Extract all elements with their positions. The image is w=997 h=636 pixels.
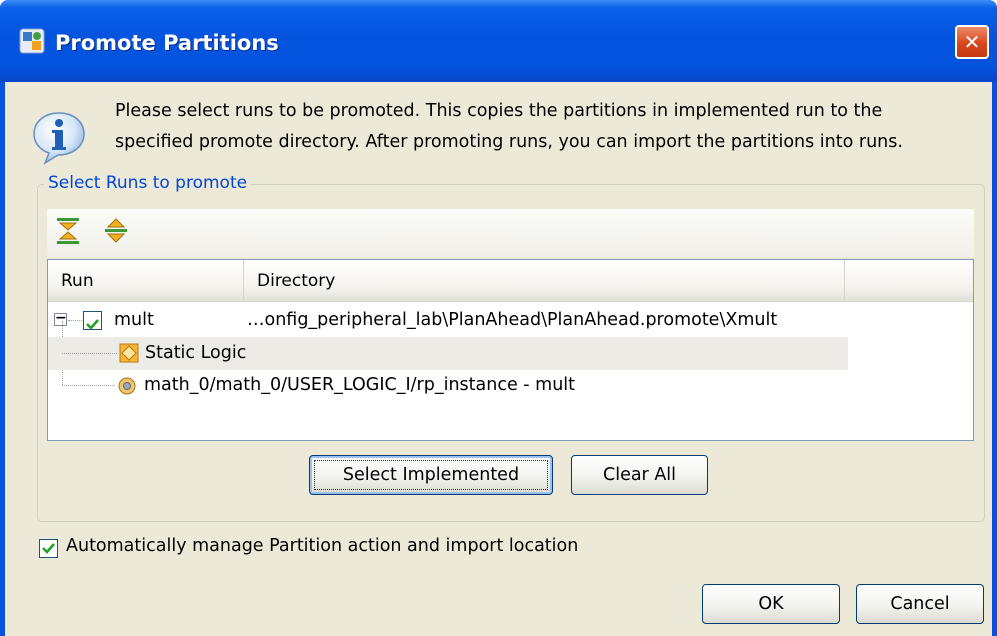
title-bar[interactable]: Promote Partitions ✕: [0, 0, 997, 82]
column-header-filler: [845, 260, 973, 302]
table-row[interactable]: − mult …onfig_peripheral_lab\PlanAhead\P…: [48, 304, 848, 337]
column-header-run[interactable]: Run: [48, 260, 244, 302]
select-implemented-button[interactable]: Select Implemented: [309, 455, 553, 495]
instruction-line-2: specified promote directory. After promo…: [115, 132, 903, 152]
clear-all-label: Clear All: [602, 465, 677, 485]
run-name-static-logic: Static Logic: [145, 343, 247, 363]
table-row[interactable]: Static Logic: [48, 337, 848, 370]
row-checkbox-mult[interactable]: [83, 311, 102, 330]
column-header-directory[interactable]: Directory: [244, 260, 845, 302]
auto-manage-checkbox[interactable]: [39, 539, 58, 558]
expand-all-icon[interactable]: [102, 216, 130, 246]
run-name-mult: mult: [114, 310, 154, 330]
promote-partitions-dialog: Promote Partitions ✕ Please select runs …: [0, 0, 997, 636]
table-row[interactable]: math_0/math_0/USER_LOGIC_I/rp_instance -…: [48, 369, 848, 402]
tree-toolbar: [47, 209, 974, 257]
auto-manage-label[interactable]: Automatically manage Partition action an…: [66, 536, 578, 556]
group-title: Select Runs to promote: [44, 173, 252, 193]
instruction-text: Please select runs to be promoted. This …: [115, 96, 985, 158]
collapse-all-icon[interactable]: [54, 216, 82, 246]
partition-instance-icon: [118, 377, 136, 395]
collapse-toggle-glyph: −: [55, 310, 67, 326]
static-logic-icon: [119, 343, 139, 363]
close-button[interactable]: ✕: [955, 25, 989, 59]
ok-button[interactable]: OK: [702, 584, 840, 624]
info-icon: [33, 112, 85, 165]
check-icon: [42, 543, 55, 554]
check-icon: [86, 319, 99, 330]
app-icon: [19, 28, 45, 54]
cancel-button[interactable]: Cancel: [856, 584, 984, 624]
ok-label: OK: [758, 594, 784, 614]
run-name-instance: math_0/math_0/USER_LOGIC_I/rp_instance -…: [144, 375, 576, 395]
close-icon: ✕: [963, 30, 981, 54]
clear-all-button[interactable]: Clear All: [571, 455, 708, 495]
collapse-toggle[interactable]: −: [54, 310, 67, 326]
run-directory: …onfig_peripheral_lab\PlanAhead\PlanAhea…: [247, 310, 778, 330]
cancel-label: Cancel: [890, 594, 950, 614]
focus-ring: [314, 460, 548, 490]
instruction-line-1: Please select runs to be promoted. This …: [115, 101, 883, 121]
dialog-title: Promote Partitions: [55, 31, 279, 55]
